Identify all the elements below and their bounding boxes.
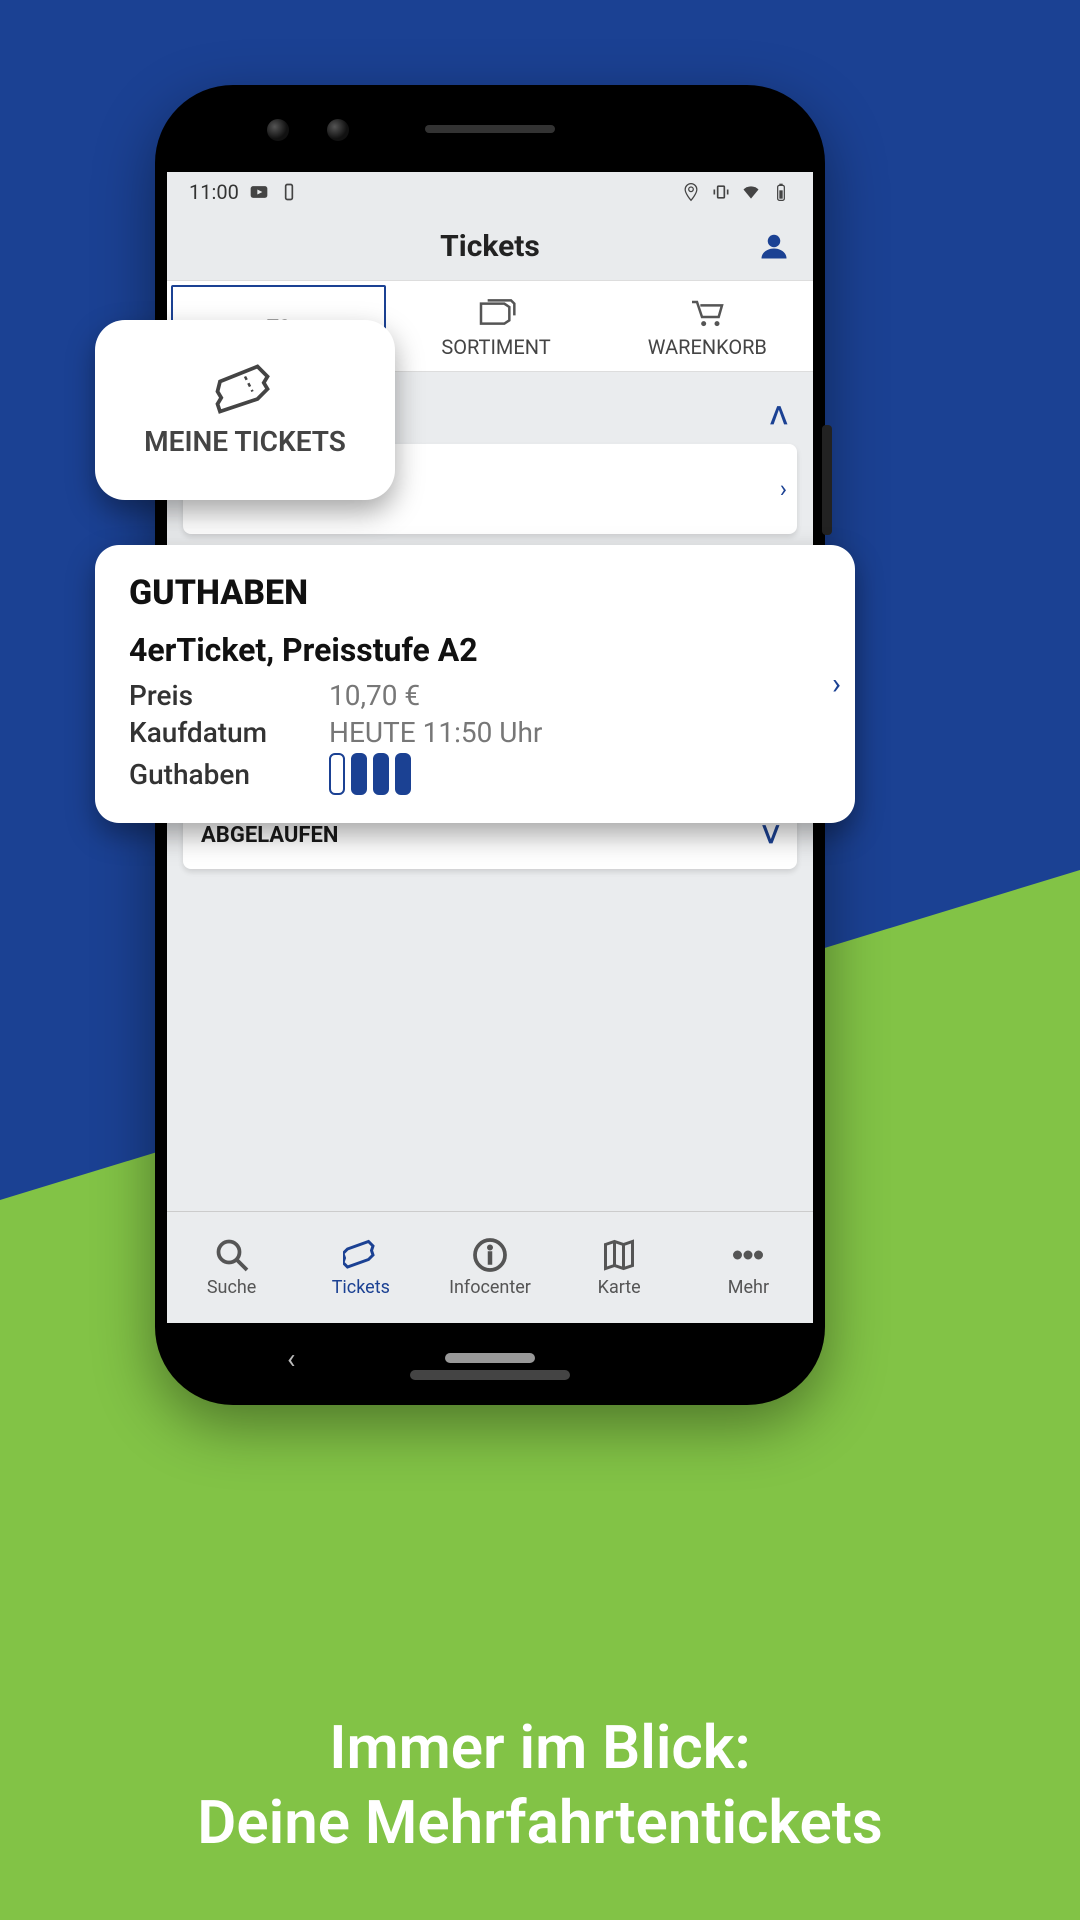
callout-guthaben-card: › GUTHABEN 4erTicket, Preisstufe A2 Prei… xyxy=(95,545,855,823)
ticket-icon xyxy=(343,1237,379,1273)
back-button[interactable]: ‹ xyxy=(287,1342,295,1375)
page-title: Tickets xyxy=(440,229,540,264)
device-icon xyxy=(279,182,299,202)
home-indicator[interactable] xyxy=(445,1353,535,1363)
cart-icon xyxy=(687,295,727,329)
device-speaker xyxy=(425,125,555,133)
tab-label: WARENKORB xyxy=(648,335,767,359)
more-icon xyxy=(730,1237,766,1273)
tab-sortiment[interactable]: SORTIMENT xyxy=(390,281,601,371)
bottom-nav: Suche Tickets Infocenter Karte Mehr xyxy=(167,1211,813,1323)
chevron-right-icon: › xyxy=(780,475,787,503)
info-icon xyxy=(472,1237,508,1273)
vibrate-icon xyxy=(711,182,731,202)
nav-mehr[interactable]: Mehr xyxy=(684,1212,813,1323)
location-icon xyxy=(681,182,701,202)
tab-warenkorb[interactable]: WARENKORB xyxy=(602,281,813,371)
status-time: 11:00 xyxy=(189,180,239,204)
nav-infocenter[interactable]: Infocenter xyxy=(425,1212,554,1323)
section-title: ABGELAUFEN xyxy=(201,823,338,848)
nav-tickets[interactable]: Tickets xyxy=(296,1212,425,1323)
nav-label: Mehr xyxy=(728,1277,769,1298)
youtube-icon xyxy=(249,182,269,202)
ticket-icon xyxy=(215,363,275,415)
nav-label: Karte xyxy=(598,1277,641,1298)
preis-label: Preis xyxy=(129,679,329,712)
promo-tagline: Immer im Blick: Deine Mehrfahrtentickets xyxy=(0,1710,1080,1860)
tickets-icon xyxy=(476,295,516,329)
guthaben-title: GUTHABEN xyxy=(129,573,821,613)
tagline-line2: Deine Mehrfahrtentickets xyxy=(0,1785,1080,1860)
search-icon xyxy=(214,1237,250,1273)
product-name: 4erTicket, Preisstufe A2 xyxy=(129,631,821,669)
nav-label: Suche xyxy=(207,1277,257,1298)
punch-indicator xyxy=(329,753,411,795)
kaufdatum-value: HEUTE 11:50 Uhr xyxy=(329,716,542,749)
guthaben-label: Guthaben xyxy=(129,758,329,791)
tagline-line1: Immer im Blick: xyxy=(0,1710,1080,1785)
system-nav-bar: ‹ xyxy=(167,1323,813,1393)
nav-label: Infocenter xyxy=(449,1277,531,1298)
tab-label: SORTIMENT xyxy=(441,335,550,359)
profile-button[interactable] xyxy=(759,231,789,261)
kaufdatum-label: Kaufdatum xyxy=(129,716,329,749)
nav-suche[interactable]: Suche xyxy=(167,1212,296,1323)
status-bar: 11:00 xyxy=(167,172,813,212)
app-header: Tickets xyxy=(167,212,813,280)
chevron-down-icon: ᐯ xyxy=(763,821,779,849)
battery-icon xyxy=(771,182,791,202)
device-button xyxy=(822,425,832,535)
nav-karte[interactable]: Karte xyxy=(555,1212,684,1323)
device-speaker-bottom xyxy=(410,1370,570,1380)
preis-value: 10,70 € xyxy=(329,679,420,712)
device-camera xyxy=(267,119,289,141)
chevron-right-icon: › xyxy=(832,667,841,702)
device-camera xyxy=(327,119,349,141)
map-icon xyxy=(601,1237,637,1273)
callout-meine-tickets: MEINE TICKETS xyxy=(95,320,395,500)
chevron-up-icon: ᐱ xyxy=(771,402,787,430)
wifi-icon xyxy=(741,182,761,202)
nav-label: Tickets xyxy=(332,1277,390,1298)
callout-label: MEINE TICKETS xyxy=(144,425,346,458)
